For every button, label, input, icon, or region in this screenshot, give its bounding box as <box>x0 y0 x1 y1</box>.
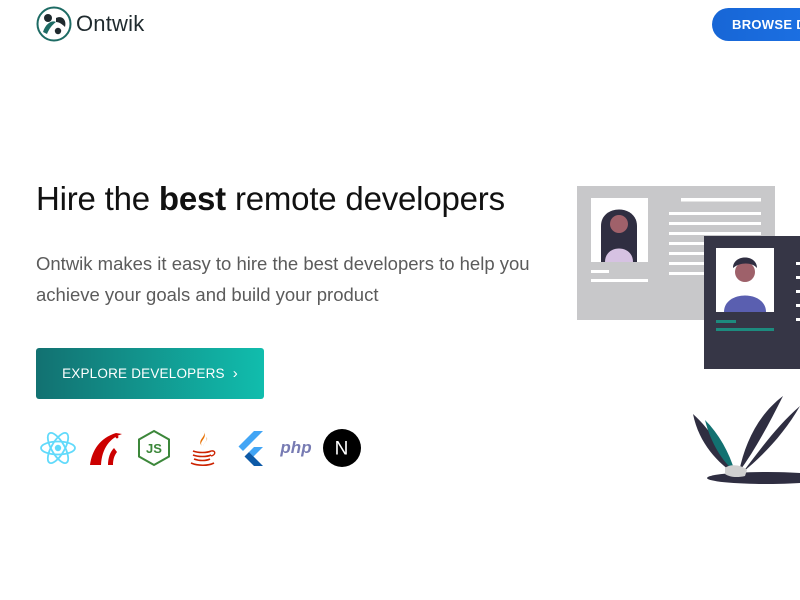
java-icon <box>182 428 222 468</box>
hero-title-part2: remote developers <box>225 180 505 217</box>
plant-decoration <box>693 396 800 484</box>
brand-logo[interactable]: Ontwik <box>36 6 144 42</box>
rails-icon <box>86 428 126 468</box>
nextjs-letter: N <box>335 439 349 460</box>
browse-developers-button[interactable]: BROWSE DEVELOPERS <box>712 8 800 41</box>
hero-title-part1: Hire the <box>36 180 159 217</box>
profile-card-front <box>704 236 800 369</box>
explore-developers-label: EXPLORE DEVELOPERS <box>62 366 225 381</box>
php-icon: php <box>278 428 314 468</box>
hero-title: Hire the best remote developers <box>36 180 505 218</box>
hero-title-emphasis: best <box>158 180 226 217</box>
explore-developers-button[interactable]: EXPLORE DEVELOPERS › <box>36 348 264 399</box>
svg-text:JS: JS <box>146 441 162 456</box>
chevron-right-icon: › <box>232 365 238 382</box>
nextjs-icon: N <box>322 428 362 468</box>
landing-page: Ontwik BROWSE DEVELOPERS Hire the best r… <box>0 0 800 600</box>
react-icon <box>38 428 78 468</box>
flutter-icon <box>230 428 270 468</box>
hero-subtitle: Ontwik makes it easy to hire the best de… <box>36 253 530 305</box>
tech-logo-row: JS php N <box>38 428 362 468</box>
ontwik-logo-icon <box>36 6 72 42</box>
nodejs-icon: JS <box>134 428 174 468</box>
brand-name: Ontwik <box>76 11 145 36</box>
developer-cards-illustration <box>577 186 800 486</box>
php-label: php <box>279 438 311 457</box>
